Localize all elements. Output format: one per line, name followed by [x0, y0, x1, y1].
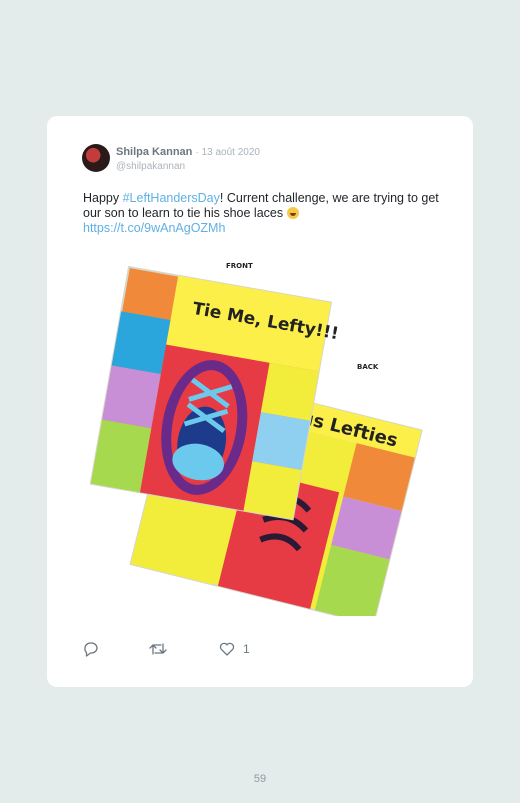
- tweet-card: Shilpa Kannan · 13 août 2020 @shilpakann…: [47, 116, 473, 687]
- hashtag-link[interactable]: #LeftHandersDay: [123, 191, 220, 205]
- tweet-image[interactable]: us Lefties BACK Tie Me, Lefty!!! FRONT: [81, 256, 441, 616]
- grinning-sweat-emoji-icon: [286, 207, 299, 219]
- page-number: 59: [253, 773, 267, 785]
- heart-icon: [219, 642, 235, 656]
- reply-button[interactable]: [83, 641, 99, 657]
- tweet-link[interactable]: https://t.co/9wAnAgOZMh: [83, 221, 225, 235]
- avatar[interactable]: [82, 144, 110, 172]
- tweet-actions: 1: [83, 641, 283, 659]
- like-button[interactable]: 1: [219, 641, 250, 657]
- tweet-author: Shilpa Kannan · 13 août 2020 @shilpakann…: [116, 145, 260, 173]
- retweet-button[interactable]: [149, 641, 167, 657]
- tweet-text: Happy #LeftHandersDay! Current challenge…: [83, 191, 443, 236]
- tweet-date[interactable]: · 13 août 2020: [195, 147, 260, 158]
- retweet-icon: [149, 643, 167, 655]
- back-label: BACK: [357, 363, 379, 371]
- author-name[interactable]: Shilpa Kannan: [116, 146, 192, 158]
- author-handle[interactable]: @shilpakannan: [116, 160, 260, 173]
- front-label: FRONT: [226, 262, 253, 270]
- reply-icon: [84, 642, 98, 657]
- like-count: 1: [243, 642, 250, 656]
- tweet-text-start: Happy: [83, 191, 123, 205]
